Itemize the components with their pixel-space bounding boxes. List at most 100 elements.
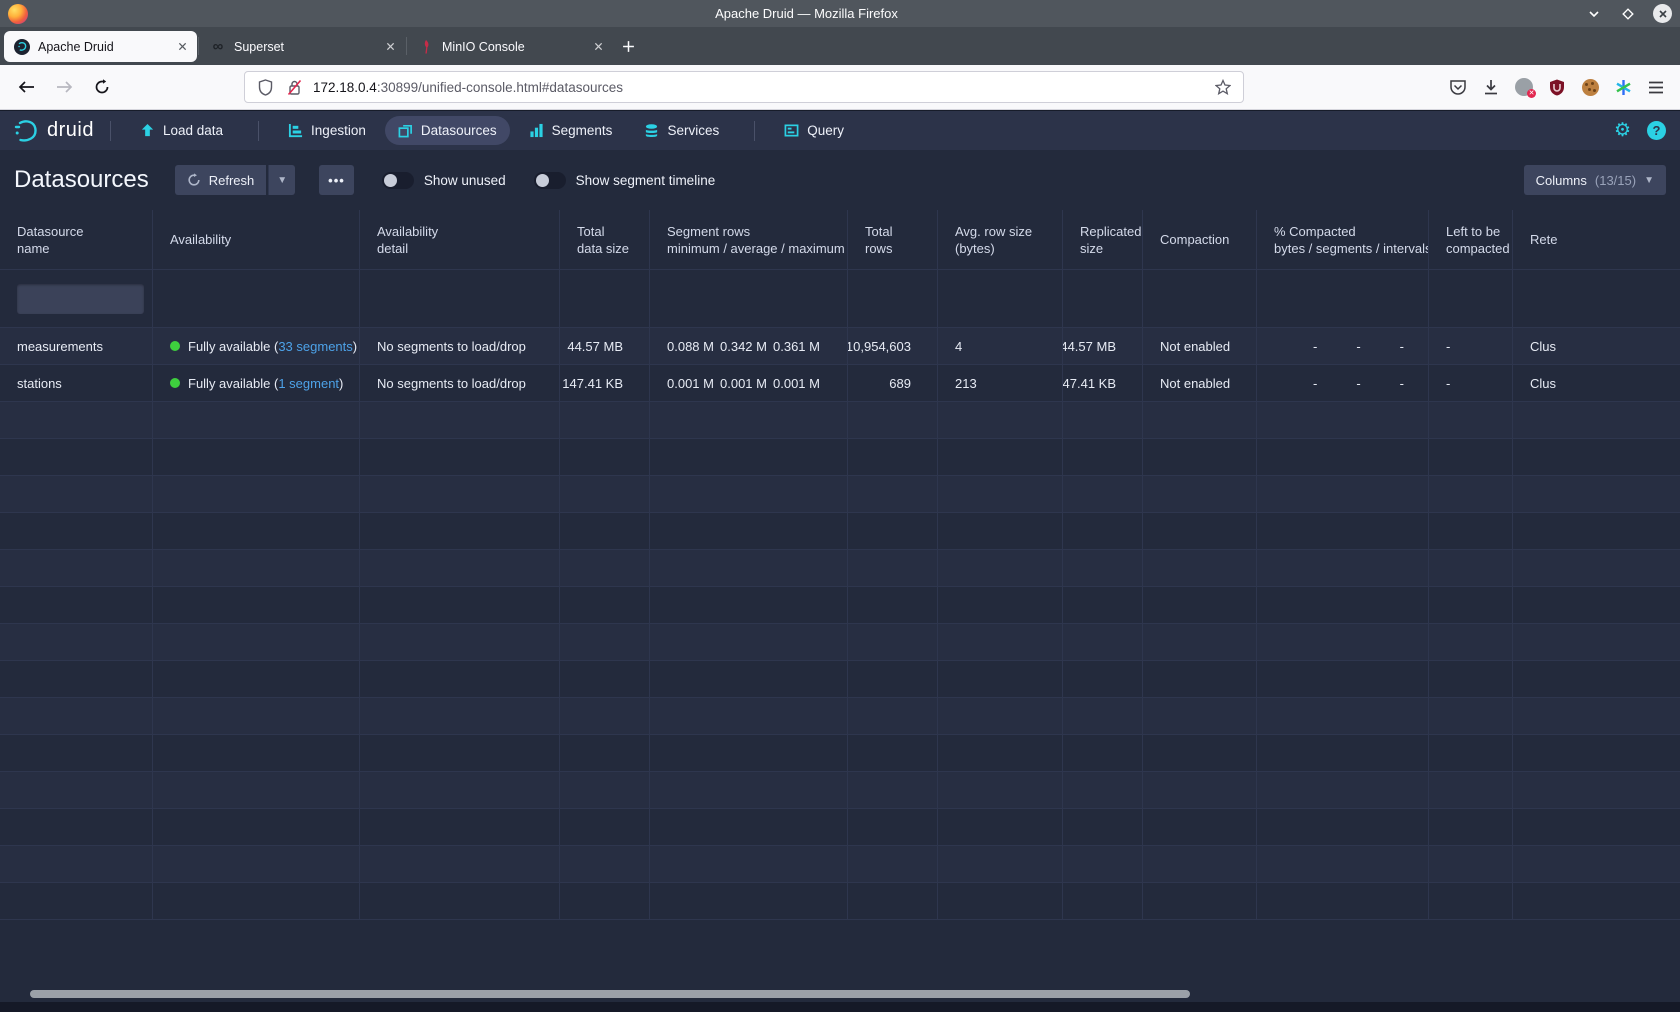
availability-detail-cell: No segments to load/drop <box>360 365 560 401</box>
column-header[interactable]: Left to becompacted <box>1429 210 1513 269</box>
bookmark-star-icon[interactable] <box>1213 77 1233 97</box>
minimize-button[interactable] <box>1585 5 1603 23</box>
forward-button[interactable] <box>48 71 80 103</box>
segments-link[interactable]: 1 segment <box>278 376 339 391</box>
help-icon[interactable]: ? <box>1647 121 1666 140</box>
empty-table-row <box>0 772 1680 809</box>
tab-apache-druid[interactable]: Apache Druid <box>4 31 197 62</box>
empty-table-row <box>0 550 1680 587</box>
account-icon[interactable]: ✕ <box>1514 77 1534 97</box>
nav-divider <box>258 121 259 141</box>
replicated-size-cell: 147.41 KB <box>1063 365 1143 401</box>
show-unused-toggle[interactable]: Show unused <box>382 172 506 189</box>
window-bottom-edge <box>0 1002 1680 1012</box>
tab-superset[interactable]: ∞ Superset <box>200 31 405 62</box>
tab-close-icon[interactable] <box>372 42 395 51</box>
compaction-cell: Not enabled <box>1143 328 1257 364</box>
column-header[interactable]: Totalrows <box>848 210 938 269</box>
empty-rows-region <box>0 402 1680 920</box>
segments-link[interactable]: 33 segments <box>278 339 352 354</box>
column-header[interactable]: Replicatedsize <box>1063 210 1143 269</box>
maximize-button[interactable] <box>1619 5 1637 23</box>
firefox-window: Apache Druid — Mozilla Firefox Apache Dr… <box>0 0 1680 1012</box>
columns-button[interactable]: Columns (13/15) ▼ <box>1524 165 1666 195</box>
druid-brand[interactable]: druid <box>14 119 94 143</box>
nav-ingestion[interactable]: Ingestion <box>275 116 379 145</box>
table-row[interactable]: measurements Fully available (33 segment… <box>0 328 1680 365</box>
tab-close-icon[interactable] <box>164 42 187 51</box>
horizontal-scrollbar[interactable] <box>30 990 1190 998</box>
datasource-name-cell[interactable]: measurements <box>0 328 153 364</box>
column-header[interactable]: Totaldata size <box>560 210 650 269</box>
status-dot-icon <box>170 378 180 388</box>
empty-table-row <box>0 883 1680 920</box>
column-header[interactable]: Segment rowsminimum / average / maximum <box>650 210 848 269</box>
toggle-track[interactable] <box>382 172 414 189</box>
firefox-logo-icon <box>8 4 28 24</box>
insecure-lock-icon[interactable] <box>284 77 304 97</box>
empty-table-row <box>0 698 1680 735</box>
tab-close-icon[interactable] <box>580 42 603 51</box>
left-to-compact-cell: - <box>1429 365 1513 401</box>
empty-table-row <box>0 661 1680 698</box>
column-header[interactable]: Availability <box>153 210 360 269</box>
reload-button[interactable] <box>86 71 118 103</box>
show-segment-timeline-toggle[interactable]: Show segment timeline <box>534 172 716 189</box>
window-title: Apache Druid — Mozilla Firefox <box>28 6 1585 21</box>
availability-cell: Fully available (1 segment) <box>153 365 360 401</box>
url-text[interactable]: 172.18.0.4:30899/unified-console.html#da… <box>313 80 1204 95</box>
datasource-name-cell[interactable]: stations <box>0 365 153 401</box>
total-data-size-cell: 44.57 MB <box>560 328 650 364</box>
table-row[interactable]: stations Fully available (1 segment) No … <box>0 365 1680 402</box>
back-button[interactable] <box>10 71 42 103</box>
services-icon <box>644 123 659 139</box>
cookie-icon[interactable] <box>1580 77 1600 97</box>
nav-query[interactable]: Query <box>771 116 857 145</box>
column-header[interactable]: Compaction <box>1143 210 1257 269</box>
brand-name: druid <box>47 119 94 142</box>
refresh-button[interactable]: Refresh <box>175 165 267 195</box>
datasources-icon <box>398 123 413 138</box>
url-path: :30899/unified-console.html#datasources <box>377 80 623 95</box>
nav-services[interactable]: Services <box>631 116 732 146</box>
column-header[interactable]: Datasourcename <box>0 210 153 269</box>
downloads-icon[interactable] <box>1481 77 1501 97</box>
nav-datasources[interactable]: Datasources <box>385 116 510 145</box>
pocket-icon[interactable] <box>1448 77 1468 97</box>
new-tab-button[interactable] <box>613 31 643 61</box>
close-button[interactable] <box>1653 4 1672 23</box>
datasource-name-filter-input[interactable] <box>17 284 144 314</box>
extension-asterisk-icon[interactable] <box>1613 77 1633 97</box>
datasources-table: Datasourcename Availability Availability… <box>0 210 1680 1012</box>
more-actions-button[interactable]: ••• <box>319 165 354 195</box>
total-data-size-cell: 147.41 KB <box>560 365 650 401</box>
availability-detail-cell: No segments to load/drop <box>360 328 560 364</box>
query-icon <box>784 123 799 138</box>
empty-table-row <box>0 439 1680 476</box>
tab-label: MinIO Console <box>442 40 525 54</box>
status-dot-icon <box>170 341 180 351</box>
tab-minio[interactable]: MinIO Console <box>408 31 613 62</box>
nav-segments[interactable]: Segments <box>516 116 626 145</box>
toggle-track[interactable] <box>534 172 566 189</box>
browser-toolbar: 172.18.0.4:30899/unified-console.html#da… <box>0 65 1680 110</box>
ublock-origin-icon[interactable] <box>1547 77 1567 97</box>
column-header[interactable]: Avg. row size(bytes) <box>938 210 1063 269</box>
column-header[interactable]: Rete <box>1513 210 1680 269</box>
url-bar[interactable]: 172.18.0.4:30899/unified-console.html#da… <box>244 71 1244 103</box>
tab-strip: Apache Druid ∞ Superset MinIO Console <box>0 27 1680 65</box>
column-header[interactable]: Availabilitydetail <box>360 210 560 269</box>
tab-label: Superset <box>234 40 284 54</box>
refresh-dropdown-button[interactable]: ▼ <box>268 165 295 195</box>
settings-gear-icon[interactable]: ⚙ <box>1614 119 1631 142</box>
segment-rows-cell: 0.001 M0.001 M0.001 M <box>650 365 848 401</box>
retention-cell: Clus <box>1513 365 1680 401</box>
druid-navbar: druid Load data Ingestion Datasources Se… <box>0 110 1680 150</box>
nav-load-data[interactable]: Load data <box>127 116 236 145</box>
replicated-size-cell: 44.57 MB <box>1063 328 1143 364</box>
tracking-shield-icon[interactable] <box>255 77 275 97</box>
segment-rows-cell: 0.088 M0.342 M0.361 M <box>650 328 848 364</box>
column-header[interactable]: % Compactedbytes / segments / intervals <box>1257 210 1429 269</box>
nav-divider <box>754 121 755 141</box>
menu-hamburger-icon[interactable] <box>1646 77 1666 97</box>
